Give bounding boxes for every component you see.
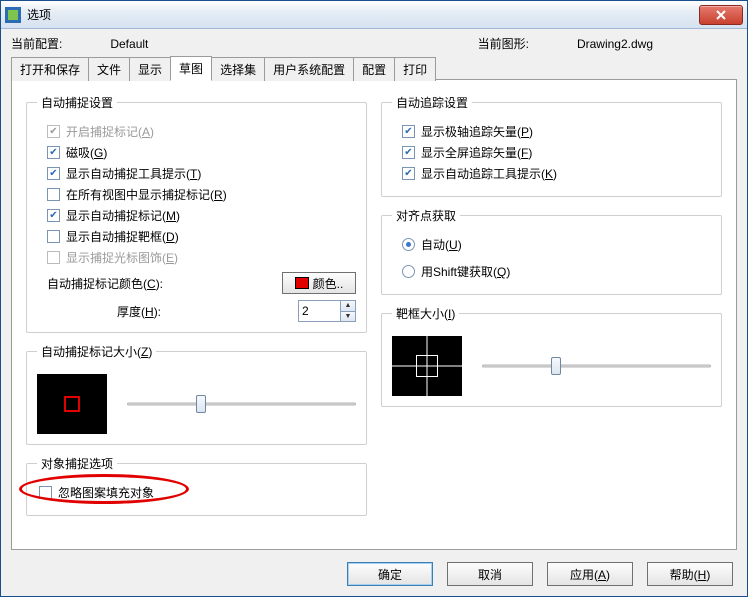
tab-drafting[interactable]: 草图 <box>170 56 212 81</box>
fullscreen-vector-check[interactable]: 显示全屏追踪矢量(F) <box>402 144 711 161</box>
autosnap-color-row: 自动捕捉标记颜色(C): 颜色.. <box>47 272 356 294</box>
aperture-preview <box>392 336 462 396</box>
checkbox-icon <box>402 146 415 159</box>
options-dialog: 选项 当前配置: Default 当前图形: Drawing2.dwg 打开和保… <box>0 0 748 597</box>
checkbox-icon <box>47 125 60 138</box>
tab-display[interactable]: 显示 <box>129 57 171 81</box>
autosnap-marker-check: 开启捕捉标记(A) <box>47 123 356 140</box>
autotrack-legend: 自动追踪设置 <box>392 94 472 111</box>
marker-preview <box>37 374 107 434</box>
cancel-button[interactable]: 取消 <box>447 562 533 586</box>
tab-print[interactable]: 打印 <box>394 57 436 81</box>
thickness-spinner[interactable]: ▲ ▼ <box>298 300 356 322</box>
apply-button[interactable]: 应用(A) <box>547 562 633 586</box>
marker-size-slider[interactable] <box>127 394 356 414</box>
checkbox-icon <box>47 209 60 222</box>
checkbox-icon <box>47 146 60 159</box>
checkbox-icon <box>402 167 415 180</box>
alignment-legend: 对齐点获取 <box>392 207 460 224</box>
autosnap-cursor-decor-check: 显示捕捉光标图饰(E) <box>47 249 356 266</box>
autotrack-tooltip-check[interactable]: 显示自动追踪工具提示(K) <box>402 165 711 182</box>
polar-vector-check[interactable]: 显示极轴追踪矢量(P) <box>402 123 711 140</box>
aperture-legend: 靶框大小(I) <box>392 305 459 322</box>
align-shift-radio[interactable]: 用Shift键获取(Q) <box>402 263 711 280</box>
checkbox-icon <box>47 230 60 243</box>
color-swatch-icon <box>295 277 309 289</box>
close-button[interactable] <box>699 5 743 25</box>
checkbox-icon <box>39 486 52 499</box>
drafting-page: 自动捕捉设置 开启捕捉标记(A) 磁吸(G) 显示自动捕捉工具提示(T) <box>11 80 737 550</box>
dialog-footer: 确定 取消 应用(A) 帮助(H) <box>1 554 747 596</box>
aperture-size-group: 靶框大小(I) <box>381 305 722 407</box>
left-column: 自动捕捉设置 开启捕捉标记(A) 磁吸(G) 显示自动捕捉工具提示(T) <box>26 94 367 541</box>
titlebar: 选项 <box>1 1 747 29</box>
tab-open-save[interactable]: 打开和保存 <box>11 57 89 81</box>
tab-files[interactable]: 文件 <box>88 57 130 81</box>
config-label: 当前配置: <box>11 35 62 52</box>
drawing-label: 当前图形: <box>478 35 529 52</box>
header-row: 当前配置: Default 当前图形: Drawing2.dwg <box>1 29 747 56</box>
autosnap-magnet-check[interactable]: 磁吸(G) <box>47 144 356 161</box>
thickness-input[interactable] <box>298 300 340 322</box>
alignment-group: 对齐点获取 自动(U) 用Shift键获取(Q) <box>381 207 722 295</box>
app-icon <box>5 7 21 23</box>
spinner-arrows[interactable]: ▲ ▼ <box>340 300 356 322</box>
marker-size-group: 自动捕捉标记大小(Z) <box>26 343 367 445</box>
config-value: Default <box>110 37 148 51</box>
autosnap-color-button[interactable]: 颜色.. <box>282 272 356 294</box>
autotrack-group: 自动追踪设置 显示极轴追踪矢量(P) 显示全屏追踪矢量(F) 显示自动追踪工具提… <box>381 94 722 197</box>
tab-profiles[interactable]: 配置 <box>353 57 395 81</box>
autosnap-showmarker-check[interactable]: 显示自动捕捉标记(M) <box>47 207 356 224</box>
close-icon <box>715 10 727 20</box>
chevron-down-icon[interactable]: ▼ <box>341 312 355 322</box>
align-auto-radio[interactable]: 自动(U) <box>402 236 711 253</box>
autosnap-tooltip-check[interactable]: 显示自动捕捉工具提示(T) <box>47 165 356 182</box>
autosnap-aperture-check[interactable]: 显示自动捕捉靶框(D) <box>47 228 356 245</box>
right-column: 自动追踪设置 显示极轴追踪矢量(P) 显示全屏追踪矢量(F) 显示自动追踪工具提… <box>381 94 722 541</box>
ignore-hatch-check[interactable]: 忽略图案填充对象 <box>39 484 356 501</box>
chevron-up-icon[interactable]: ▲ <box>341 301 355 312</box>
autosnap-allviews-check[interactable]: 在所有视图中显示捕捉标记(R) <box>47 186 356 203</box>
radio-icon <box>402 238 415 251</box>
ok-button[interactable]: 确定 <box>347 562 433 586</box>
autosnap-legend: 自动捕捉设置 <box>37 94 117 111</box>
tab-user-pref[interactable]: 用户系统配置 <box>264 57 354 81</box>
checkbox-icon <box>47 188 60 201</box>
aperture-preview-icon <box>416 355 438 377</box>
window-title: 选项 <box>27 6 699 23</box>
checkbox-icon <box>47 251 60 264</box>
tab-strip: 打开和保存 文件 显示 草图 选择集 用户系统配置 配置 打印 <box>1 56 747 80</box>
checkbox-icon <box>47 167 60 180</box>
marker-preview-icon <box>64 396 80 412</box>
aperture-size-slider[interactable] <box>482 356 711 376</box>
autosnap-thickness-row: 厚度(H): ▲ ▼ <box>47 300 356 322</box>
osnap-options-legend: 对象捕捉选项 <box>37 455 117 472</box>
radio-icon <box>402 265 415 278</box>
marker-size-legend: 自动捕捉标记大小(Z) <box>37 343 156 360</box>
osnap-options-group: 对象捕捉选项 忽略图案填充对象 <box>26 455 367 516</box>
tab-selection[interactable]: 选择集 <box>211 57 265 81</box>
autosnap-group: 自动捕捉设置 开启捕捉标记(A) 磁吸(G) 显示自动捕捉工具提示(T) <box>26 94 367 333</box>
help-button[interactable]: 帮助(H) <box>647 562 733 586</box>
checkbox-icon <box>402 125 415 138</box>
drawing-value: Drawing2.dwg <box>577 37 653 51</box>
